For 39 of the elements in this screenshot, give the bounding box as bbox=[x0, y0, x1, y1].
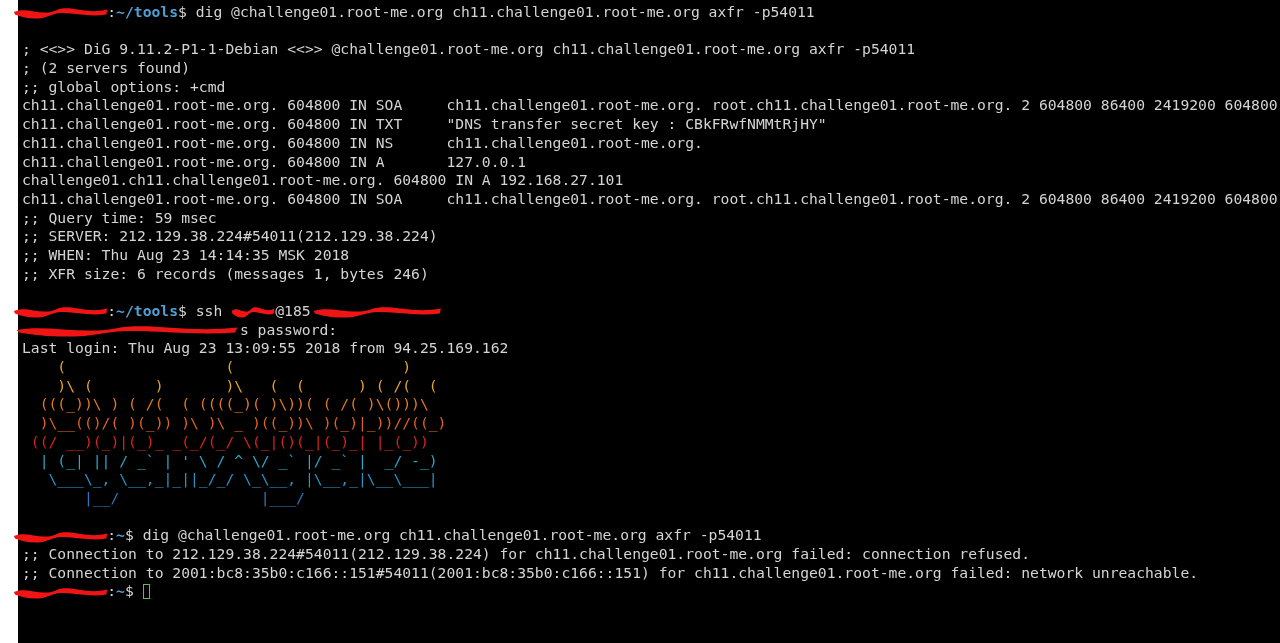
command-text: : bbox=[107, 582, 117, 601]
ascii-art-line: | (_| || / _` | ' \ / ^ \/ _` |/ _` | _/ -_) bbox=[38, 451, 438, 471]
output-line: ch11.challenge01.root-me.org. 604800 IN NS ch11.challenge01.root-me.org. bbox=[22, 133, 703, 153]
output-line: ch11.challenge01.root-me.org. 604800 IN A 127.0.0.1 bbox=[22, 152, 527, 172]
ascii-art-line: ( ( ) bbox=[56, 358, 412, 377]
prompt-path: ~/tools bbox=[116, 302, 178, 321]
output-line: Last login: Thu Aug 23 13:09:55 2018 from 94.25.169.162 bbox=[22, 339, 509, 359]
command-text: : bbox=[107, 3, 117, 22]
output-line: ;; Query time: 59 msec bbox=[22, 208, 217, 228]
ascii-art-line: (((_))\ ) ( /( ( ((((_)( )\))( ( /( )\()))\ bbox=[38, 395, 429, 415]
text-cursor bbox=[142, 584, 150, 600]
command-text: s password: bbox=[239, 320, 338, 340]
output-line: ch11.challenge01.root-me.org. 604800 IN SOA ch11.challenge01.root-me.org. root.ch11.challenge01.root-me.org. 2 604800 86400 2419200 604800 bbox=[22, 189, 1278, 209]
output-line: ;; XFR size: 6 records (messages 1, bytes 246) bbox=[22, 264, 429, 284]
ascii-art-line: )\__(()/( )(_)) )\ )\ _ )((_))\ )(_)|_))//((_) bbox=[38, 414, 447, 433]
command-text: : bbox=[107, 302, 117, 321]
command-text: @185 bbox=[275, 302, 311, 321]
output-line: challenge01.ch11.challenge01.root-me.org. 604800 IN A 192.168.27.101 bbox=[22, 171, 624, 190]
command-text: $ bbox=[124, 582, 135, 601]
output-line: ;; SERVER: 212.129.38.224#54011(212.129.38.224) bbox=[22, 227, 438, 246]
output-line: ;; Connection to 2001:bc8:35b0:c166::151#54011(2001:bc8:35b0:c166::151) for ch11.challenge01.root-me.org failed: network unreachable. bbox=[22, 563, 1199, 583]
prompt-path: ~ bbox=[116, 582, 125, 601]
output-line: ch11.challenge01.root-me.org. 604800 IN SOA ch11.challenge01.root-me.org. root.ch11.challenge01.root-me.org. 2 604800 86400 2419200 604800 bbox=[22, 96, 1278, 116]
output-line: ch11.challenge01.root-me.org. 604800 IN TXT "DNS transfer secret key : CBkFRwfNMMtRjHY" bbox=[22, 115, 827, 134]
ascii-art-line: |__/ |___/ bbox=[82, 488, 305, 508]
command-text: $ dig @challenge01.root-me.org ch11.challenge01.root-me.org axfr -p54011 bbox=[124, 526, 762, 545]
ascii-art-line: )\ ( ) )\ ( ( ) ( /( ( bbox=[56, 376, 438, 396]
output-line: ;; global options: +cmd bbox=[22, 77, 226, 97]
output-line: ;; Connection to 212.129.38.224#54011(212.129.38.224) for ch11.challenge01.root-me.org failed: connection refused. bbox=[22, 544, 1031, 564]
prompt-path: ~/tools bbox=[116, 3, 178, 22]
output-line: ; (2 servers found) bbox=[22, 59, 190, 78]
output-line: ;; WHEN: Thu Aug 23 14:14:35 MSK 2018 bbox=[22, 245, 350, 265]
output-line: ; <<>> DiG 9.11.2-P1-1-Debian <<>> @challenge01.root-me.org ch11.challenge01.root-me.org axfr -p54011 bbox=[22, 40, 916, 60]
command-text: : bbox=[107, 526, 117, 545]
ascii-art-line: \___\_, \__,_|_||_/_/ \_\__, |\__,_|\__\___| bbox=[47, 470, 438, 489]
command-text: $ dig @challenge01.root-me.org ch11.challenge01.root-me.org axfr -p54011 bbox=[178, 3, 815, 22]
ascii-art-line: ((/ __)(_)|(_)_ _(_/(_/ \(_|()(_|(_)_| |_(_)) bbox=[29, 432, 429, 452]
prompt-path: ~ bbox=[116, 526, 125, 545]
command-text: $ ssh bbox=[178, 302, 224, 321]
